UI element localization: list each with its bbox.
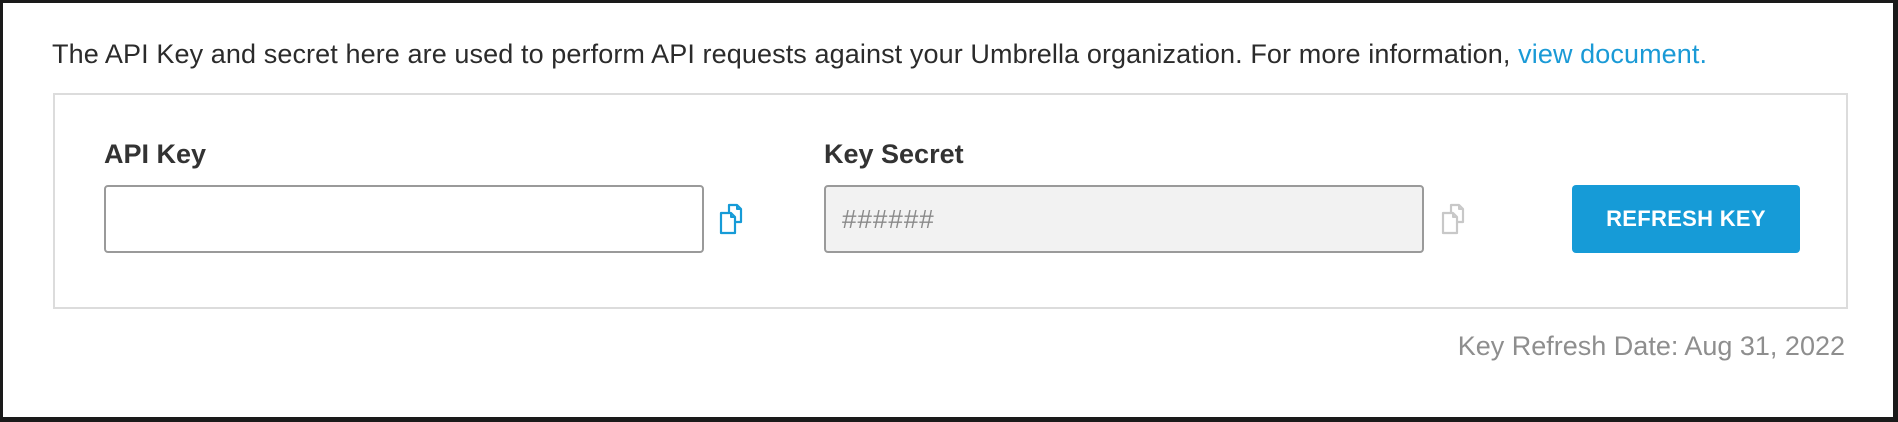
api-key-settings-frame: The API Key and secret here are used to …: [3, 3, 1893, 417]
intro-text: The API Key and secret here are used to …: [52, 39, 1707, 70]
copy-icon: [1441, 203, 1465, 235]
api-key-input[interactable]: [104, 185, 704, 253]
key-refresh-date: Key Refresh Date: Aug 31, 2022: [1457, 331, 1845, 361]
key-secret-copy-button: [1437, 202, 1471, 236]
api-key-panel: API Key Key Secret REFRESH KEY: [53, 93, 1848, 309]
refresh-key-button[interactable]: REFRESH KEY: [1572, 185, 1800, 253]
copy-icon: [719, 203, 743, 235]
api-key-label: API Key: [104, 139, 207, 169]
key-secret-input: [824, 185, 1424, 253]
view-document-link[interactable]: view document.: [1518, 39, 1707, 69]
key-secret-label: Key Secret: [824, 139, 964, 169]
intro-description: The API Key and secret here are used to …: [52, 39, 1519, 69]
api-key-copy-button[interactable]: [715, 202, 749, 236]
